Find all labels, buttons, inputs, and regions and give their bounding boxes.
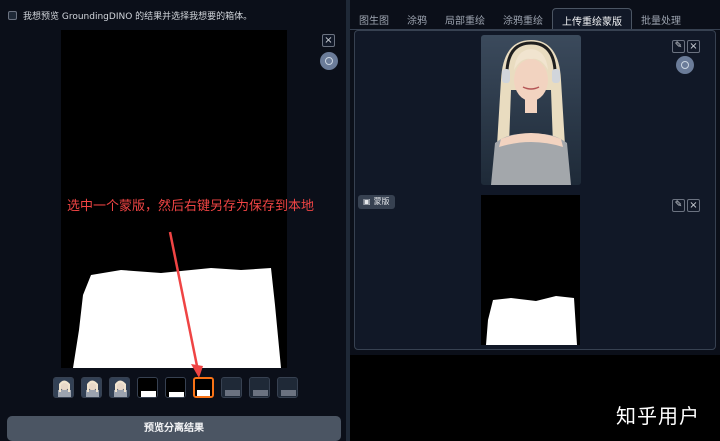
mask-upload-image[interactable] [481, 195, 580, 345]
annotation-arrow-icon [168, 231, 203, 378]
thumbnail-dim[interactable] [277, 377, 298, 398]
edit-mask-button[interactable]: ✎ [672, 199, 685, 212]
preview-segmentation-button[interactable]: 预览分离结果 [7, 416, 341, 441]
app-root: 我想预览 GroundingDINO 的结果并选择我想要的箱体。 × 选中一个蒙… [0, 0, 720, 441]
tab-inpaint-sketch[interactable]: 涂鸦重绘 [494, 8, 552, 29]
tab-sketch[interactable]: 涂鸦 [398, 8, 436, 29]
mask-thumbnail-gallery [53, 377, 298, 398]
mask-image-label: ▣ 蒙版 [358, 195, 395, 209]
send-icon[interactable] [676, 56, 694, 74]
mode-tabs: 图生图 涂鸦 局部重绘 涂鸦重绘 上传重绘蒙版 批量处理 [350, 8, 720, 30]
tab-inpaint-upload[interactable]: 上传重绘蒙版 [552, 8, 632, 29]
tab-img2img[interactable]: 图生图 [350, 8, 398, 29]
thumbnail-mask[interactable] [165, 377, 186, 398]
thumbnail-portrait[interactable] [81, 377, 102, 398]
thumbnail-portrait[interactable] [109, 377, 130, 398]
mask-label-text: 蒙版 [373, 197, 390, 206]
thumbnail-mask[interactable] [137, 377, 158, 398]
watermark: 知乎用户 [616, 404, 700, 428]
clear-image-button[interactable]: × [687, 40, 700, 53]
edit-image-button[interactable]: ✎ [672, 40, 685, 53]
clear-mask-button[interactable]: × [687, 199, 700, 212]
thumbnail-mask-selected[interactable] [193, 377, 214, 398]
image-icon: ▣ [363, 197, 371, 206]
tab-inpaint[interactable]: 局部重绘 [436, 8, 494, 29]
tab-batch[interactable]: 批量处理 [632, 8, 690, 29]
source-image[interactable] [481, 35, 581, 185]
thumbnail-portrait[interactable] [53, 377, 74, 398]
img2img-panel: 图生图 涂鸦 局部重绘 涂鸦重绘 上传重绘蒙版 批量处理 ✎ × ▣ 蒙版 ✎ … [350, 0, 720, 441]
thumbnail-dim[interactable] [221, 377, 242, 398]
segmentation-panel: 我想预览 GroundingDINO 的结果并选择我想要的箱体。 × 选中一个蒙… [0, 0, 346, 441]
thumbnail-dim[interactable] [249, 377, 270, 398]
